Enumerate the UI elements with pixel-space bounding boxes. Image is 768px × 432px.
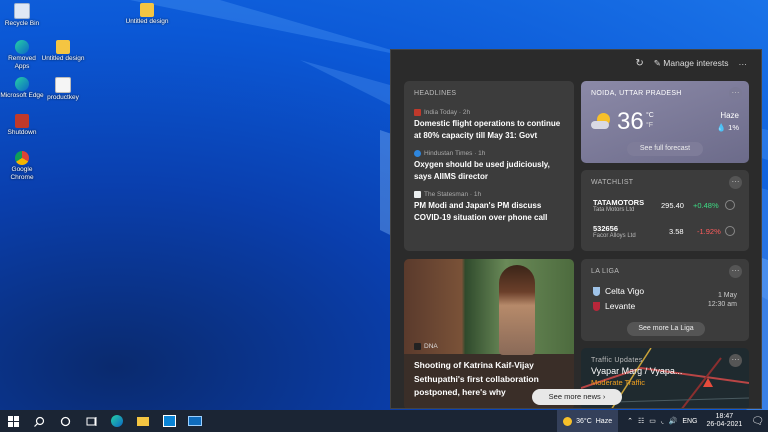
- volume-icon[interactable]: 🔊: [669, 417, 678, 425]
- store-icon: [162, 415, 176, 427]
- taskbar-mail-button[interactable]: [182, 410, 208, 432]
- chevron-up-icon[interactable]: ⌃: [627, 417, 633, 425]
- la-liga-more-button[interactable]: ···: [729, 265, 742, 278]
- file-explorer-icon: [137, 416, 149, 426]
- la-liga-title: LA LIGA: [591, 268, 620, 275]
- sun-haze-icon: [591, 113, 613, 129]
- watchlist-more-button[interactable]: ···: [729, 176, 742, 189]
- sun-haze-icon: [563, 416, 573, 426]
- headlines-card: HEADLINES India Today · 2h Domestic flig…: [404, 81, 574, 251]
- taskbar-file-explorer-button[interactable]: [130, 410, 156, 432]
- edge-icon: [15, 40, 29, 54]
- raindrop-icon: 💧: [716, 123, 727, 132]
- headline-item[interactable]: The Statesman · 1h PM Modi and Japan's P…: [414, 191, 564, 223]
- recycle-bin-icon: [14, 3, 30, 19]
- clock[interactable]: 18:47 26-04-2021: [706, 413, 742, 429]
- match-item[interactable]: Celta Vigo Levante 1 May 12:30 am: [593, 286, 741, 318]
- watchlist-row[interactable]: TATAMOTORS Tata Motors Ltd 295.40 +0.48%: [593, 198, 739, 213]
- la-liga-card: LA LIGA ··· Celta Vigo Levante 1 May 12:…: [581, 259, 749, 341]
- desktop-icon-removed-apps[interactable]: Removed Apps: [0, 40, 44, 70]
- traffic-more-button[interactable]: ···: [729, 354, 742, 367]
- start-button[interactable]: [0, 410, 26, 432]
- traffic-status: Moderate Traffic: [591, 378, 646, 387]
- language-indicator[interactable]: ENG: [682, 418, 697, 425]
- see-more-news-button[interactable]: See more news ›: [532, 389, 622, 405]
- taskbar: 36°C Haze ⌃ ☷ ▭ ◟ 🔊 ENG 18:47 26-04-2021…: [0, 410, 768, 432]
- task-view-button[interactable]: [78, 410, 104, 432]
- watchlist-title: WATCHLIST: [591, 179, 634, 186]
- weather-temperature: 36: [617, 108, 644, 135]
- watchlist-card: WATCHLIST ··· TATAMOTORS Tata Motors Ltd…: [581, 170, 749, 251]
- edge-icon: [111, 415, 123, 427]
- dna-logo-icon: [414, 343, 421, 350]
- manage-interests-button[interactable]: ✎ Manage interests: [654, 58, 729, 69]
- weather-location: NOIDA, UTTAR PRADESH: [591, 90, 682, 97]
- task-view-icon: [86, 416, 96, 426]
- taskbar-edge-button[interactable]: [104, 410, 130, 432]
- levante-crest-icon: [593, 301, 600, 311]
- system-tray: 36°C Haze ⌃ ☷ ▭ ◟ 🔊 ENG 18:47 26-04-2021…: [557, 410, 768, 432]
- weather-precip: 💧 1%: [716, 123, 739, 132]
- notification-icon[interactable]: 🗨: [751, 416, 764, 427]
- folder-icon: [56, 40, 70, 54]
- cortana-icon: [60, 416, 70, 426]
- news-weather-button[interactable]: 36°C Haze: [557, 410, 619, 432]
- traffic-warning-icon: [703, 378, 713, 387]
- shutdown-icon: [15, 114, 29, 128]
- edge-icon: [15, 77, 29, 91]
- desktop-icon-shutdown[interactable]: Shutdown: [0, 114, 44, 137]
- see-more-la-liga-button[interactable]: See more La Liga: [627, 322, 705, 336]
- battery-icon[interactable]: ▭: [649, 417, 656, 425]
- news-interests-panel: ↻ ✎ Manage interests ··· HEADLINES India…: [390, 49, 762, 409]
- statesman-logo-icon: [414, 191, 421, 198]
- traffic-road: Vyapar Marg / Vyapa...: [591, 366, 683, 376]
- desktop-icon-untitled-design-2[interactable]: Untitled design: [41, 40, 85, 63]
- desktop-icon-microsoft-edge[interactable]: Microsoft Edge: [0, 77, 44, 100]
- panel-toolbar: ↻ ✎ Manage interests ···: [635, 58, 747, 69]
- mail-icon: [188, 416, 202, 426]
- wifi-icon[interactable]: ◟: [661, 417, 664, 425]
- text-file-icon: [55, 77, 71, 93]
- feature-story-image: [404, 259, 574, 354]
- headline-item[interactable]: India Today · 2h Domestic flight operati…: [414, 109, 564, 141]
- feature-story-card[interactable]: DNA Shooting of Katrina Kaif-Vijay Sethu…: [404, 259, 574, 408]
- weather-card[interactable]: NOIDA, UTTAR PRADESH ··· 36 °C °F Haze 💧…: [581, 81, 749, 163]
- chrome-icon: [15, 151, 29, 165]
- add-stock-icon[interactable]: [725, 200, 735, 210]
- headline-item[interactable]: Hindustan Times · 1h Oxygen should be us…: [414, 150, 564, 182]
- network-icon[interactable]: ☷: [638, 417, 644, 425]
- desktop-icon-recycle-bin[interactable]: Recycle Bin: [0, 3, 44, 28]
- folder-icon: [140, 3, 154, 17]
- weather-more-button[interactable]: ···: [729, 87, 742, 100]
- unit-celsius[interactable]: °C: [646, 112, 654, 119]
- india-today-logo-icon: [414, 109, 421, 116]
- weather-condition: Haze: [720, 111, 739, 120]
- desktop-icon-untitled-design[interactable]: Untitled design: [125, 3, 169, 26]
- desktop-icon-google-chrome[interactable]: Google Chrome: [0, 151, 44, 181]
- pencil-icon: ✎: [653, 58, 661, 68]
- see-full-forecast-button[interactable]: See full forecast: [627, 142, 703, 156]
- search-icon: [33, 416, 44, 427]
- hindustan-times-logo-icon: [414, 150, 421, 157]
- unit-fahrenheit[interactable]: °F: [646, 122, 653, 129]
- watchlist-row[interactable]: 532656 Facor Alloys Ltd 3.58 -1.92%: [593, 224, 739, 239]
- celta-vigo-crest-icon: [593, 286, 600, 296]
- desktop-icon-productkey[interactable]: productkey: [41, 77, 85, 102]
- taskbar-store-button[interactable]: [156, 410, 182, 432]
- chevron-right-icon: ›: [602, 392, 606, 401]
- feature-source: DNA: [414, 343, 438, 350]
- search-button[interactable]: [26, 410, 52, 432]
- refresh-icon[interactable]: ↻: [635, 58, 643, 69]
- add-stock-icon[interactable]: [725, 226, 735, 236]
- windows-logo-icon: [7, 415, 19, 427]
- panel-more-button[interactable]: ···: [739, 59, 748, 69]
- cortana-button[interactable]: [52, 410, 78, 432]
- headlines-title: HEADLINES: [414, 90, 457, 97]
- traffic-title: Traffic Updates: [591, 357, 643, 364]
